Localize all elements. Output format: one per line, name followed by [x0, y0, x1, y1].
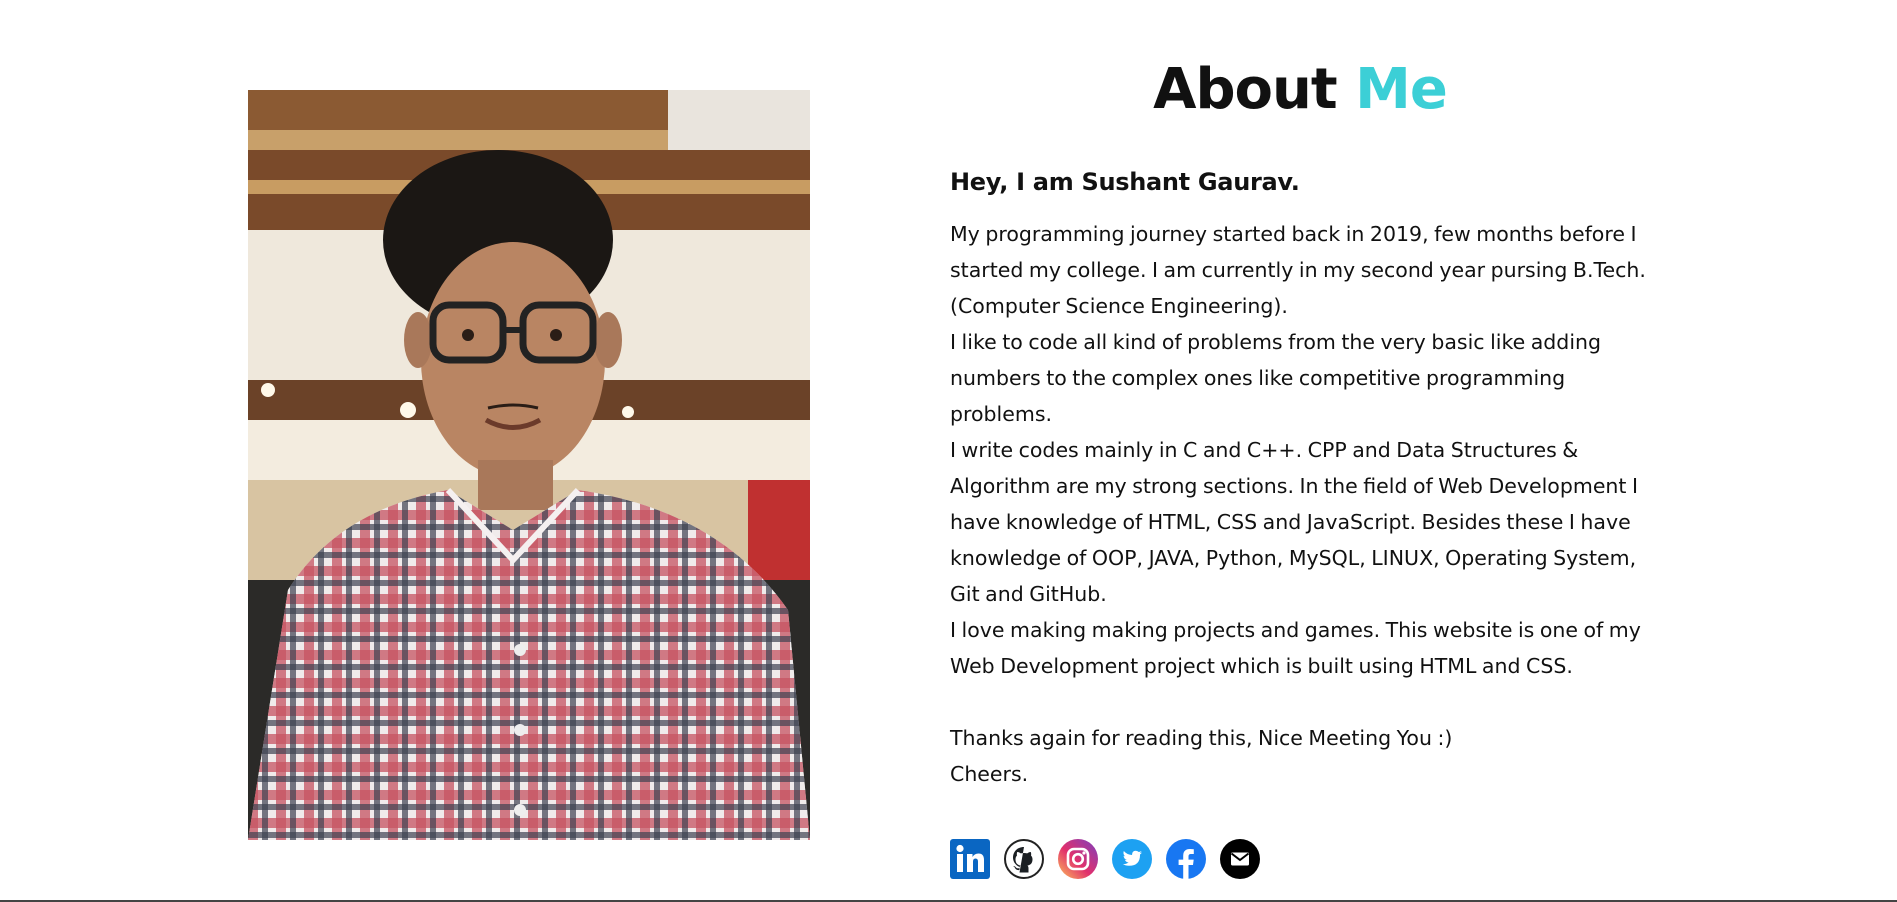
instagram-icon[interactable] — [1058, 839, 1098, 879]
linkedin-icon[interactable] — [950, 839, 990, 879]
page-title: About Me — [950, 52, 1650, 128]
about-paragraph-4: I love making making projects and games.… — [950, 618, 1641, 678]
about-paragraph-2: I like to code all kind of problems from… — [950, 330, 1602, 426]
email-icon[interactable] — [1220, 839, 1260, 879]
about-paragraph-3: I write codes mainly in C and C++. CPP a… — [950, 438, 1639, 606]
profile-photo-illustration — [248, 90, 810, 840]
page-title-accent: Me — [1355, 57, 1448, 122]
twitter-icon[interactable] — [1112, 839, 1152, 879]
facebook-icon[interactable] — [1166, 839, 1206, 879]
profile-photo — [248, 90, 810, 840]
about-section: About Me Hey, I am Sushant Gaurav. My pr… — [0, 0, 1897, 902]
social-links — [950, 839, 1260, 879]
closing-text: Thanks again for reading this, Nice Meet… — [950, 726, 1453, 750]
about-content: Hey, I am Sushant Gaurav. My programming… — [950, 168, 1650, 792]
greeting-heading: Hey, I am Sushant Gaurav. — [950, 168, 1300, 196]
about-paragraph-1: My programming journey started back in 2… — [950, 222, 1646, 318]
page-title-plain: About — [1153, 57, 1338, 122]
github-icon[interactable] — [1004, 839, 1044, 879]
signoff-text: Cheers. — [950, 762, 1029, 786]
